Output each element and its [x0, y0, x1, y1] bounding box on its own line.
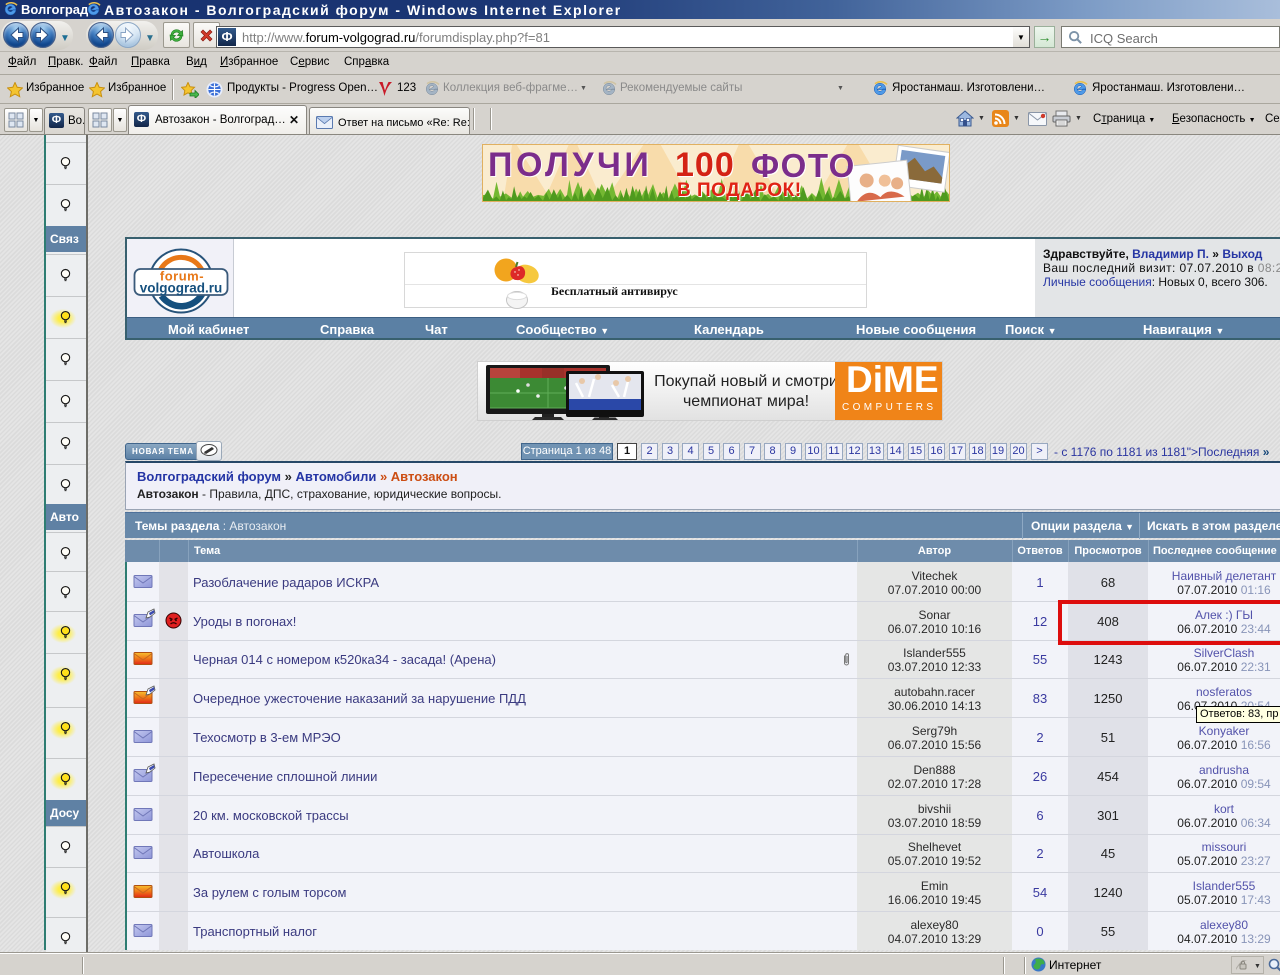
svg-text:volgograd.ru: volgograd.ru — [140, 281, 223, 296]
